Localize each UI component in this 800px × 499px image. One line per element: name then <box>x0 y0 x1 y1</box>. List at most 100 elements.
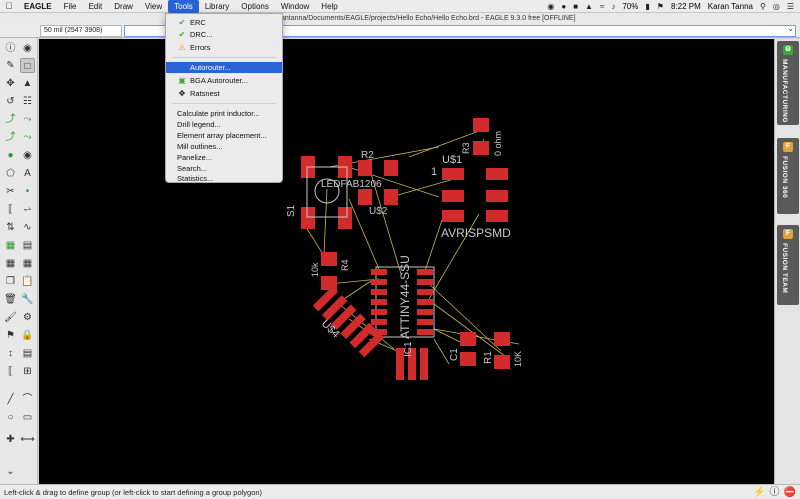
menu-library[interactable]: Library <box>199 0 235 13</box>
status-app-icon[interactable]: ■ <box>573 2 578 11</box>
search-icon[interactable]: ⚲ <box>760 2 766 11</box>
tab-fusion-360[interactable]: F FUSION 360 <box>777 138 799 214</box>
smash-icon[interactable]: ⟦ <box>3 202 18 217</box>
clock[interactable]: 8:22 PM <box>671 2 701 11</box>
wifi-icon[interactable]: ≈ <box>600 2 604 11</box>
attribute-icon[interactable]: ▦ <box>20 256 35 271</box>
status-app-icon[interactable]: ◉ <box>547 2 554 11</box>
menu-item-statistics[interactable]: Statistics... <box>166 173 282 184</box>
menu-tools[interactable]: Tools <box>168 0 199 13</box>
text-icon[interactable]: A <box>20 166 35 181</box>
arc-icon[interactable]: ⌒ <box>20 392 35 407</box>
rectangle-icon[interactable]: ▭ <box>20 410 35 425</box>
info-icon[interactable]: ⓘ <box>3 41 18 56</box>
resonator-ic1[interactable]: IC1 <box>396 341 428 380</box>
led-u2[interactable]: U$2 <box>358 189 398 217</box>
label-icon[interactable]: ▦ <box>3 256 18 271</box>
menu-item-element-array[interactable]: Element array placement... <box>166 130 282 141</box>
menu-item-errors[interactable]: ⚠ Errors <box>166 42 282 53</box>
align-icon[interactable]: ☷ <box>20 94 35 109</box>
flag-icon[interactable]: ⚑ <box>657 2 664 11</box>
measure-icon[interactable]: ▤ <box>20 346 35 361</box>
change-icon[interactable]: 🔧 <box>20 292 35 307</box>
notification-center-icon[interactable]: ☰ <box>787 2 794 11</box>
menu-item-drill-legend[interactable]: Drill legend... <box>166 119 282 130</box>
resistor-r1[interactable]: R1 10K <box>483 332 523 369</box>
rotate-icon[interactable]: ↺ <box>3 94 18 109</box>
menu-item-erc[interactable]: ✔ ERC <box>166 17 282 28</box>
menu-edit[interactable]: Edit <box>82 0 108 13</box>
resistor-r4[interactable]: 10k R4 <box>310 252 350 290</box>
circle-icon[interactable]: ○ <box>3 410 18 425</box>
status-app-icon[interactable]: ● <box>561 2 566 11</box>
eye-icon[interactable]: ◉ <box>20 41 35 56</box>
ripup-icon[interactable]: ⤳ <box>20 112 35 127</box>
layer-icon[interactable]: ✎ <box>3 58 18 73</box>
dimension-icon[interactable]: ↕ <box>3 346 18 361</box>
menu-item-drc[interactable]: ✔ DRC... <box>166 29 282 40</box>
menu-item-mill-outlines[interactable]: Mill outlines... <box>166 141 282 152</box>
menu-app-eagle[interactable]: EAGLE <box>18 0 58 13</box>
lock-icon[interactable]: 🔒 <box>20 328 35 343</box>
switch-s1[interactable]: S1 <box>286 156 352 229</box>
lightning-icon[interactable]: ⚡ <box>753 485 765 499</box>
board-canvas[interactable]: S1 LEDFAB1206 U$2 R2 R3 0 ohm U$1 1 AVRI… <box>39 39 774 484</box>
resistor-r2[interactable]: R2 <box>358 150 398 176</box>
swap-icon[interactable]: ⇅ <box>3 220 18 235</box>
capacitor-c1[interactable]: C1 <box>449 332 476 366</box>
menu-item-bga-autorouter[interactable]: ▣ BGA Autorouter... <box>166 75 282 86</box>
tab-fusion-team[interactable]: F FUSION TEAM <box>777 225 799 305</box>
battery-percent[interactable]: 70% <box>622 2 638 11</box>
optimize-icon[interactable]: ⤳ <box>20 130 35 145</box>
mark-icon[interactable]: ⊞ <box>20 364 35 379</box>
hole-icon[interactable]: ◉ <box>20 148 35 163</box>
route-icon[interactable]: ⤴ <box>3 112 18 127</box>
gear-icon[interactable]: ⚙ <box>20 310 35 325</box>
via-icon[interactable]: ● <box>3 148 18 163</box>
miter-icon[interactable]: ⥋ <box>20 202 35 217</box>
avrisp-header-u1[interactable]: U$1 1 AVRISPSMD <box>431 154 511 240</box>
menu-view[interactable]: View <box>139 0 168 13</box>
menu-item-ratsnest[interactable]: ✥ Ratsnest <box>166 88 282 99</box>
volume-icon[interactable]: ♪ <box>611 2 615 11</box>
copy-icon[interactable]: ❐ <box>3 274 18 289</box>
paint-icon[interactable]: 🖌 <box>3 310 18 325</box>
menu-draw[interactable]: Draw <box>108 0 139 13</box>
delete-icon[interactable]: 🗑 <box>3 292 18 307</box>
mirror-icon[interactable]: ▲ <box>20 76 35 91</box>
stop-icon[interactable]: ⛔ <box>784 485 796 499</box>
polygon-icon[interactable]: ⬠ <box>3 166 18 181</box>
resistor-r3[interactable]: R3 0 ohm <box>461 118 503 156</box>
cut-icon[interactable]: ✂ <box>3 184 18 199</box>
signal-icon[interactable]: ∿ <box>20 220 35 235</box>
group-icon[interactable]: □ <box>20 58 35 73</box>
bracket-icon[interactable]: ⟦ <box>3 364 18 379</box>
move-icon[interactable]: ✥ <box>3 76 18 91</box>
ic-attiny44[interactable]: ATTINY44-SSU <box>371 255 435 339</box>
menu-window[interactable]: Window <box>275 0 315 13</box>
paste-icon[interactable]: 📋 <box>20 274 35 289</box>
name-icon[interactable]: ▦ <box>3 238 18 253</box>
menu-item-print-inductor[interactable]: Calculate print inductor... <box>166 108 282 119</box>
alert-icon[interactable]: ⓘ <box>770 485 780 499</box>
siri-icon[interactable]: ◎ <box>773 2 780 11</box>
origin-icon[interactable]: ✚ <box>3 432 18 447</box>
menu-item-panelize[interactable]: Panelize... <box>166 152 282 163</box>
tab-manufacturing[interactable]: ⚙ MANUFACTURING <box>777 41 799 125</box>
line-icon[interactable]: ╱ <box>3 392 18 407</box>
chevron-down-icon[interactable]: ⌄ <box>3 464 18 479</box>
battery-icon[interactable]: ▮ <box>645 2 649 11</box>
tag-icon[interactable]: ⚑ <box>3 328 18 343</box>
status-app-icon[interactable]: ▲ <box>585 2 593 11</box>
chevron-down-icon[interactable]: ⌄ <box>787 24 794 33</box>
menu-file[interactable]: File <box>58 0 83 13</box>
split-icon[interactable]: ⤴ <box>3 130 18 145</box>
menu-help[interactable]: Help <box>315 0 343 13</box>
dimension-tool-icon[interactable]: ⟷ <box>20 432 35 447</box>
airwire-icon[interactable]: • <box>20 184 35 199</box>
menu-options[interactable]: Options <box>235 0 275 13</box>
apple-icon[interactable]:  <box>0 1 18 11</box>
value-icon[interactable]: ▤ <box>20 238 35 253</box>
menu-item-autorouter[interactable]: Autorouter... <box>166 62 282 73</box>
user-name[interactable]: Karan Tanna <box>708 2 753 11</box>
